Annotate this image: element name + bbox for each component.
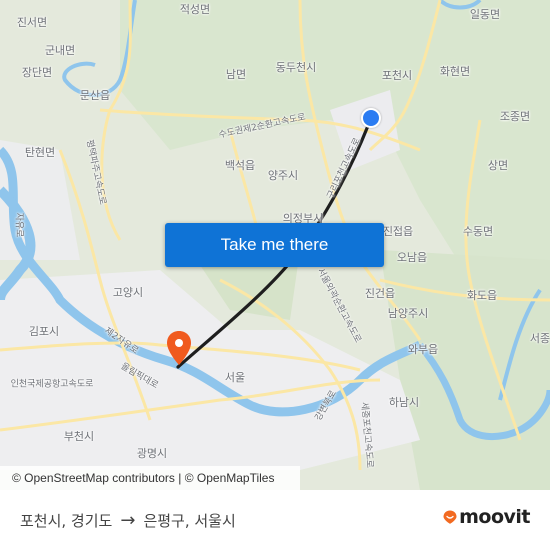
destination-label: 은평구, 서울시: [143, 511, 236, 530]
moovit-logo-text: moovit: [459, 506, 530, 528]
label-munsan: 문산읍: [79, 89, 111, 102]
label-nam: 남면: [225, 68, 247, 81]
footer: 포천시, 경기도 → 은평구, 서울시 moovit: [0, 490, 550, 550]
label-baekseok: 백석읍: [224, 159, 256, 172]
label-jingeon: 진건읍: [364, 287, 396, 300]
label-gwangmyeong: 광명시: [136, 447, 168, 460]
arrow-right-icon: →: [120, 509, 136, 531]
take-me-there-button[interactable]: Take me there: [165, 223, 384, 267]
label-hwahyeon: 화현면: [439, 65, 471, 78]
label-gimpo: 김포시: [28, 325, 60, 338]
label-seojong: 서종: [529, 332, 550, 345]
label-bucheon: 부천시: [63, 430, 95, 443]
label-sang: 상면: [487, 159, 509, 172]
moovit-logo[interactable]: moovit: [443, 506, 530, 528]
map[interactable]: 적성면 진서면 군내면 장단면 문산읍 남면 동두천시 포천시 일동면 화현면 …: [0, 0, 550, 490]
label-hanam: 하남시: [388, 396, 420, 409]
label-goyang: 고양시: [112, 286, 144, 299]
label-ildong: 일동면: [469, 8, 501, 21]
label-gunnae: 군내면: [44, 44, 76, 57]
label-jojong: 조종면: [499, 110, 531, 123]
label-jinseo: 진서면: [16, 16, 48, 29]
label-hwado: 화도읍: [466, 289, 498, 302]
origin-label: 포천시, 경기도: [20, 511, 113, 530]
label-dongducheon: 동두천시: [275, 61, 317, 74]
label-pocheon: 포천시: [381, 69, 413, 82]
label-onam: 오남읍: [396, 251, 428, 264]
label-jayuro: 자유로: [13, 212, 24, 238]
label-sudong: 수동면: [462, 225, 494, 238]
label-jangdan: 장단면: [21, 66, 53, 79]
origin-marker[interactable]: [361, 108, 381, 128]
destination-marker-icon[interactable]: [166, 330, 192, 366]
label-incheon-airport-expwy: 인천국제공항고속도로: [10, 379, 94, 390]
route-summary: 포천시, 경기도 → 은평구, 서울시: [20, 490, 236, 550]
label-tanhyeon: 탄현면: [24, 146, 56, 159]
map-attribution[interactable]: © OpenStreetMap contributors | © OpenMap…: [0, 466, 300, 490]
label-jeokseong: 적성면: [179, 3, 211, 16]
moovit-pin-icon: [443, 510, 457, 524]
label-wabu: 와부읍: [407, 343, 439, 356]
label-namyangju: 남양주시: [387, 307, 429, 320]
label-jinjeop: 진접읍: [382, 225, 414, 238]
label-seoul: 서울: [224, 371, 246, 384]
label-yangju: 양주시: [267, 169, 299, 182]
